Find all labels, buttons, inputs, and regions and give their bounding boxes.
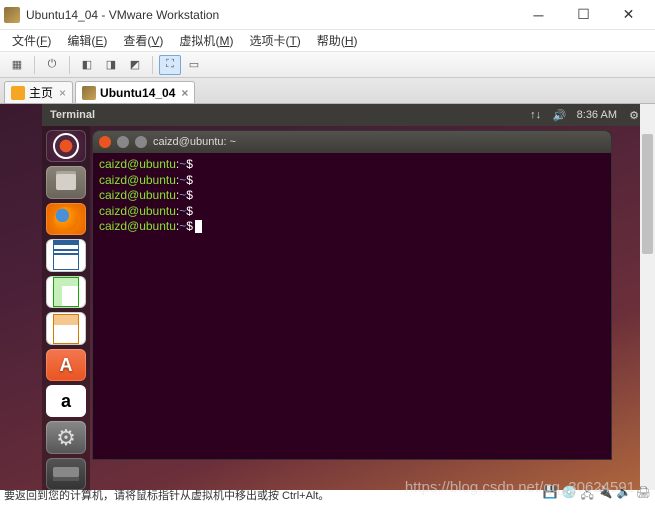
- tab-home[interactable]: 主页 ×: [4, 81, 73, 103]
- statusbar-text: 要返回到您的计算机，请将鼠标指针从虚拟机中移出或按 Ctrl+Alt。: [4, 487, 329, 503]
- toolbar: ▦ ⏻ ◧ ◨ ◩ ⛶ ▭: [0, 52, 655, 78]
- terminal-line: caizd@ubuntu:~$: [99, 204, 605, 220]
- terminal-body[interactable]: caizd@ubuntu:~$ caizd@ubuntu:~$ caizd@ub…: [93, 153, 611, 239]
- sound-icon[interactable]: 🔊: [553, 108, 567, 122]
- device-printer-icon[interactable]: 🖨: [636, 485, 651, 506]
- status-device-icons: 💾 💿 🖧 🔌 🔈 🖨: [543, 485, 651, 506]
- vm-icon: [82, 86, 96, 100]
- gear-icon[interactable]: ⚙: [627, 108, 641, 122]
- terminal-close-button[interactable]: [99, 136, 111, 148]
- toolbar-snapshot-button[interactable]: ◧: [76, 55, 98, 75]
- launcher-files[interactable]: [46, 166, 86, 198]
- menu-view[interactable]: 查看(V): [115, 30, 171, 51]
- terminal-line: caizd@ubuntu:~$: [99, 188, 605, 204]
- maximize-button[interactable]: ☐: [561, 0, 606, 30]
- tab-vm[interactable]: Ubuntu14_04 ×: [75, 81, 195, 103]
- panel-active-app: Terminal: [50, 109, 529, 121]
- terminal-maximize-button[interactable]: [135, 136, 147, 148]
- launcher-dash[interactable]: [46, 130, 86, 162]
- toolbar-separator: [34, 56, 35, 74]
- device-net-icon[interactable]: 🖧: [580, 485, 593, 506]
- menu-file[interactable]: 文件(F): [4, 30, 59, 51]
- panel-clock[interactable]: 8:36 AM: [577, 109, 617, 121]
- toolbar-separator: [69, 56, 70, 74]
- terminal-line: caizd@ubuntu:~$: [99, 219, 605, 235]
- menu-help[interactable]: 帮助(H): [309, 30, 366, 51]
- home-icon: [11, 86, 25, 100]
- terminal-title: caizd@ubuntu: ~: [153, 136, 236, 148]
- ubuntu-launcher: a: [42, 126, 90, 490]
- toolbar-snapshot-revert-button[interactable]: ◩: [124, 55, 146, 75]
- toolbar-unity-button[interactable]: ▭: [183, 55, 205, 75]
- toolbar-power-button[interactable]: ⏻: [41, 55, 63, 75]
- menu-edit[interactable]: 编辑(E): [59, 30, 115, 51]
- ubuntu-top-panel: Terminal ↑↓ 🔊 8:36 AM ⚙: [42, 104, 649, 126]
- terminal-window[interactable]: caizd@ubuntu: ~ caizd@ubuntu:~$ caizd@ub…: [92, 130, 612, 460]
- tabbar: 主页 × Ubuntu14_04 ×: [0, 78, 655, 104]
- device-sound-icon[interactable]: 🔈: [617, 485, 632, 506]
- launcher-calc[interactable]: [46, 276, 86, 309]
- launcher-impress[interactable]: [46, 312, 86, 345]
- toolbar-separator: [152, 56, 153, 74]
- vm-scrollbar[interactable]: [640, 104, 655, 490]
- launcher-firefox[interactable]: [46, 203, 86, 235]
- window-titlebar: Ubuntu14_04 - VMware Workstation ─ ☐ ✕: [0, 0, 655, 30]
- vm-scrollbar-thumb[interactable]: [642, 134, 653, 254]
- launcher-settings[interactable]: [46, 421, 86, 453]
- tab-home-label: 主页: [29, 84, 53, 101]
- toolbar-fullscreen-button[interactable]: ⛶: [159, 55, 181, 75]
- launcher-writer[interactable]: [46, 239, 86, 272]
- tab-close-icon[interactable]: ×: [59, 86, 66, 100]
- toolbar-library-button[interactable]: ▦: [6, 55, 28, 75]
- device-disk-icon[interactable]: 💾: [543, 485, 558, 506]
- menu-vm[interactable]: 虚拟机(M): [171, 30, 241, 51]
- terminal-minimize-button[interactable]: [117, 136, 129, 148]
- launcher-software-center[interactable]: [46, 349, 86, 381]
- terminal-cursor: [195, 220, 202, 233]
- tab-vm-label: Ubuntu14_04: [100, 86, 175, 100]
- close-button[interactable]: ✕: [606, 0, 651, 30]
- vm-viewport[interactable]: Terminal ↑↓ 🔊 8:36 AM ⚙ a: [0, 104, 655, 490]
- menu-tabs[interactable]: 选项卡(T): [241, 30, 308, 51]
- statusbar: 要返回到您的计算机，请将鼠标指针从虚拟机中移出或按 Ctrl+Alt。 💾 💿 …: [0, 488, 655, 502]
- device-cd-icon[interactable]: 💿: [562, 485, 577, 506]
- terminal-titlebar[interactable]: caizd@ubuntu: ~: [93, 131, 611, 153]
- toolbar-snapshot-mgr-button[interactable]: ◨: [100, 55, 122, 75]
- terminal-line: caizd@ubuntu:~$: [99, 157, 605, 173]
- launcher-drive[interactable]: [46, 458, 86, 490]
- terminal-line: caizd@ubuntu:~$: [99, 173, 605, 189]
- app-icon: [4, 7, 20, 23]
- ubuntu-desktop[interactable]: Terminal ↑↓ 🔊 8:36 AM ⚙ a: [0, 104, 655, 490]
- minimize-button[interactable]: ─: [516, 0, 561, 30]
- tab-close-icon[interactable]: ×: [181, 86, 188, 100]
- network-icon[interactable]: ↑↓: [529, 108, 543, 122]
- device-usb-icon[interactable]: 🔌: [598, 485, 613, 506]
- menubar: 文件(F) 编辑(E) 查看(V) 虚拟机(M) 选项卡(T) 帮助(H): [0, 30, 655, 52]
- launcher-amazon[interactable]: a: [46, 385, 86, 417]
- window-title: Ubuntu14_04 - VMware Workstation: [26, 8, 516, 22]
